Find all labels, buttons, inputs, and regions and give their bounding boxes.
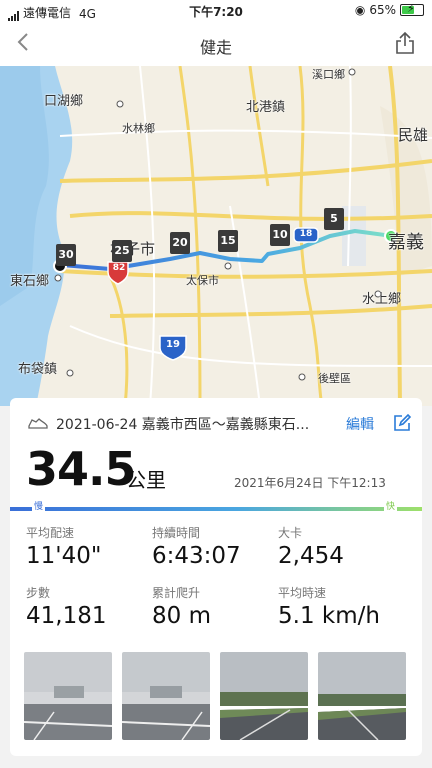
photo-thumbnail[interactable] bbox=[220, 652, 308, 740]
map-label-xigang: 溪口鄉 bbox=[312, 68, 345, 81]
stat-elevation-gain: 累計爬升 80 m bbox=[152, 584, 272, 629]
highway-18-label: 18 bbox=[299, 229, 313, 239]
stat-avg-speed: 平均時速 5.1 km/h bbox=[278, 584, 398, 629]
stat-label: 累計爬升 bbox=[152, 586, 201, 600]
km-marker-25: 25 bbox=[112, 240, 132, 262]
km-marker-30: 30 bbox=[56, 244, 76, 266]
km-marker-10: 10 bbox=[270, 224, 290, 246]
stat-label: 持續時間 bbox=[152, 526, 201, 540]
km-marker-15: 15 bbox=[218, 230, 238, 252]
map-label-minxiong: 民雄 bbox=[398, 126, 429, 144]
pace-gradient-bar: 慢 快 bbox=[10, 499, 422, 512]
stat-label: 大卡 bbox=[278, 526, 303, 540]
stat-value: 6:43:07 bbox=[152, 543, 241, 569]
nav-bar: 健走 bbox=[0, 22, 432, 67]
distance-unit: 公里 bbox=[126, 468, 166, 492]
stat-value: 41,181 bbox=[26, 603, 107, 629]
km-marker-20: 20 bbox=[170, 232, 190, 254]
km-marker-5: 5 bbox=[324, 208, 344, 230]
photo-thumbnail[interactable] bbox=[122, 652, 210, 740]
stat-duration: 持續時間 6:43:07 bbox=[152, 524, 272, 569]
stat-label: 平均時速 bbox=[278, 586, 327, 600]
city-block bbox=[342, 206, 366, 266]
distance-value: 34.5 bbox=[26, 442, 136, 496]
highway-19-label: 19 bbox=[166, 339, 180, 350]
map-label-houbi: 後壁區 bbox=[318, 372, 351, 385]
map-label-beigang: 北港鎮 bbox=[246, 100, 286, 115]
route-map[interactable]: 口湖鄉 北港鎮 溪口鄉 民雄 水林鄉 朴子市 嘉義 太保市 東石鄉 水上鄉 布袋… bbox=[0, 66, 432, 406]
route-name: 2021-06-24 嘉義市西區～嘉義縣東石... bbox=[56, 417, 310, 433]
map-label-dongshi: 東石鄉 bbox=[10, 274, 50, 289]
route-title-row: 2021-06-24 嘉義市西區～嘉義縣東石... 編輯 bbox=[28, 413, 412, 434]
stat-value: 5.1 km/h bbox=[278, 603, 380, 629]
charging-icon: ⚡ bbox=[407, 2, 415, 15]
page-title: 健走 bbox=[199, 38, 232, 57]
edit-button[interactable]: 編輯 bbox=[346, 414, 374, 434]
stat-value: 2,454 bbox=[278, 543, 344, 569]
stat-label: 步數 bbox=[26, 586, 51, 600]
activity-datetime: 2021年6月24日 下午12:13 bbox=[234, 476, 386, 490]
stat-calories: 大卡 2,454 bbox=[278, 524, 398, 569]
activity-summary-card: 2021-06-24 嘉義市西區～嘉義縣東石... 編輯 34.5 公里 202… bbox=[10, 398, 422, 756]
stat-avg-pace: 平均配速 11'40" bbox=[26, 524, 146, 569]
map-canvas bbox=[0, 66, 432, 406]
map-label-taibao: 太保市 bbox=[186, 274, 219, 287]
pace-gradient bbox=[10, 507, 422, 511]
battery-percent: 65% bbox=[369, 3, 396, 17]
photo-thumbnail[interactable] bbox=[318, 652, 406, 740]
pace-slow-label: 慢 bbox=[32, 499, 46, 512]
photo-thumbnail[interactable] bbox=[24, 652, 112, 740]
stat-value: 11'40" bbox=[26, 543, 102, 569]
stat-steps: 步數 41,181 bbox=[26, 584, 146, 629]
status-right: ◉ 65% ⚡ bbox=[354, 2, 424, 17]
share-icon[interactable] bbox=[394, 31, 416, 55]
photo-strip bbox=[24, 652, 414, 742]
stat-value: 80 m bbox=[152, 603, 211, 629]
map-label-shuilin: 水林鄉 bbox=[122, 122, 155, 135]
orientation-lock-icon: ◉ bbox=[354, 3, 366, 17]
map-label-kouhu: 口湖鄉 bbox=[44, 94, 84, 109]
status-bar: 遠傳電信 4G 下午7:20 ◉ 65% ⚡ bbox=[0, 0, 432, 22]
stat-label: 平均配速 bbox=[26, 526, 75, 540]
map-label-budai: 布袋鎮 bbox=[18, 362, 58, 377]
pace-fast-label: 快 bbox=[384, 499, 398, 512]
shoe-icon bbox=[28, 418, 48, 429]
battery-icon: ⚡ bbox=[400, 2, 424, 16]
map-label-chiayi: 嘉義 bbox=[388, 232, 424, 253]
edit-icon[interactable] bbox=[392, 413, 412, 433]
highway-82-label: 82 bbox=[112, 263, 126, 273]
map-label-shuishang: 水上鄉 bbox=[362, 292, 402, 307]
